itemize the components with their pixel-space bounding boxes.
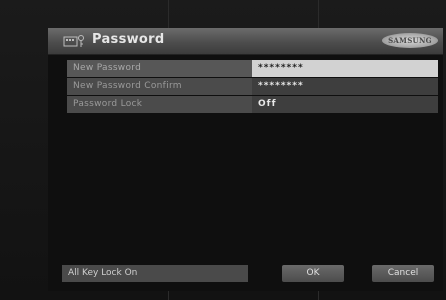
brand-logo: SAMSUNG xyxy=(382,33,438,48)
row-new-password-confirm[interactable]: New Password Confirm ******** xyxy=(67,78,438,95)
row-new-password[interactable]: New Password ******** xyxy=(67,60,438,77)
row-label: New Password xyxy=(67,60,252,77)
password-settings-table: New Password ******** New Password Confi… xyxy=(67,60,438,114)
new-password-confirm-field[interactable]: ******** xyxy=(252,78,438,95)
row-password-lock[interactable]: Password Lock Off xyxy=(67,96,438,113)
key-lock-icon xyxy=(63,35,84,47)
row-label: Password Lock xyxy=(67,96,252,113)
row-label: New Password Confirm xyxy=(67,78,252,95)
new-password-field[interactable]: ******** xyxy=(252,60,438,77)
dialog-title: Password xyxy=(92,32,165,47)
password-lock-value[interactable]: Off xyxy=(252,96,438,113)
ok-button[interactable]: OK xyxy=(282,265,344,282)
all-key-lock-toggle[interactable]: All Key Lock On xyxy=(62,265,248,282)
cancel-button[interactable]: Cancel xyxy=(372,265,434,282)
